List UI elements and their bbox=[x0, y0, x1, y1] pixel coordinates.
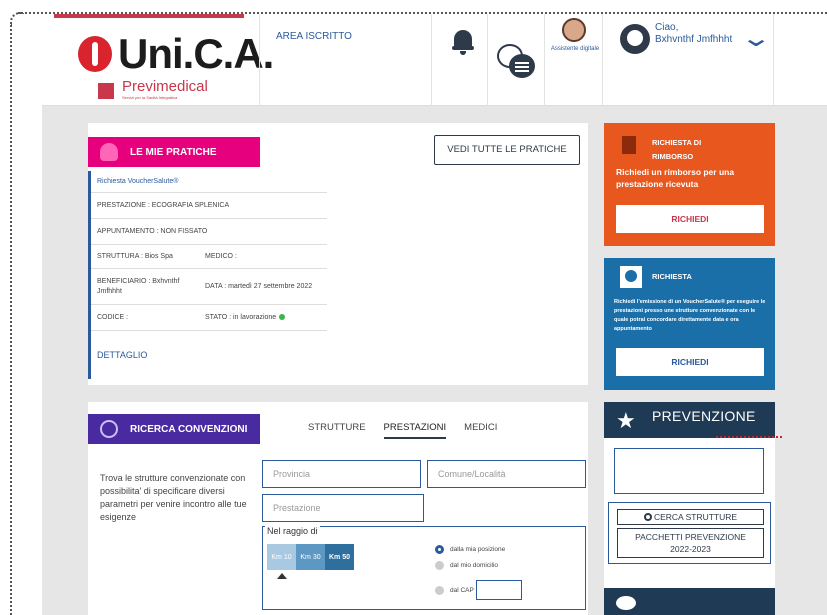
search-icon bbox=[100, 420, 118, 438]
pratiche-tag-label: LE MIE PRATICHE bbox=[130, 146, 217, 158]
pratica-beneficiario: BENEFICIARIO : Bxhvnthf Jmfhhht bbox=[97, 277, 180, 295]
rimborso-subtitle: Richiedi un rimborso per una prestazione… bbox=[616, 167, 735, 189]
header-divider bbox=[544, 14, 545, 106]
assistant-avatar bbox=[562, 18, 586, 42]
ricerca-tag-label: RICERCA CONVENZIONI bbox=[130, 423, 248, 435]
document-icon bbox=[622, 136, 636, 154]
pratica-medico: MEDICO : bbox=[205, 253, 237, 260]
previmedical-text: Previmedical bbox=[122, 78, 208, 95]
logo-text: Uni.C.A. bbox=[118, 30, 274, 77]
radio-selected-icon bbox=[435, 545, 444, 554]
prevenzione-card: ★ PREVENZIONE CERCA STRUTTURE PACCHETTI … bbox=[604, 402, 775, 596]
km-option-50[interactable]: Km 50 bbox=[325, 544, 354, 570]
previmedical-logo-icon bbox=[98, 83, 114, 99]
user-greeting[interactable]: Ciao, Bxhvnthf Jmfhhht bbox=[655, 22, 732, 46]
search-icon bbox=[643, 513, 652, 521]
previmedical-tagline: Servizi per la Sanità Integrativa bbox=[122, 95, 178, 100]
pratica-codice: CODICE : bbox=[97, 314, 129, 321]
dashboard-main: LE MIE PRATICHE VEDI TUTTE LE PRATICHE R… bbox=[42, 106, 827, 615]
digital-assistant-button[interactable]: Assistente digitale bbox=[546, 18, 600, 68]
dettaglio-link[interactable]: DETTAGLIO bbox=[91, 331, 327, 379]
pratica-stato: STATO : in lavorazione bbox=[205, 314, 286, 321]
annotation-dotted-line bbox=[10, 22, 12, 615]
pratica-beneficiario-data: BENEFICIARIO : Bxhvnthf Jmfhhht DATA : m… bbox=[91, 269, 327, 305]
raggio-fieldset: Nel raggio di Km 10 Km 30 Km 50 dalla mi… bbox=[262, 526, 586, 610]
greeting-line: Ciao, bbox=[655, 22, 679, 33]
km-option-30[interactable]: Km 30 bbox=[296, 544, 325, 570]
annotation-corner bbox=[10, 12, 24, 26]
annotation-pointer bbox=[716, 436, 782, 438]
user-doc-icon bbox=[100, 143, 118, 161]
header-divider bbox=[259, 14, 260, 106]
pratica-details: Richiesta VoucherSalute® PRESTAZIONE : E… bbox=[88, 171, 327, 379]
status-dot-icon bbox=[279, 314, 286, 321]
prevenzione-content-box bbox=[614, 448, 764, 494]
km-option-10[interactable]: Km 10 bbox=[267, 544, 296, 570]
logo-accent-bar bbox=[54, 14, 244, 18]
voucher-title: RICHIESTA bbox=[652, 272, 692, 281]
provincia-input[interactable]: Provincia bbox=[262, 460, 421, 488]
pratica-request-title[interactable]: Richiesta VoucherSalute® bbox=[91, 171, 327, 193]
tab-medici[interactable]: MEDICI bbox=[464, 422, 497, 439]
pratica-appuntamento: APPUNTAMENTO : NON FISSATO bbox=[91, 219, 327, 245]
ricerca-tabs: STRUTTURE PRESTAZIONI MEDICI bbox=[308, 422, 497, 439]
radio-mia-posizione[interactable]: dalla mia posizione bbox=[435, 545, 505, 554]
caduceus-icon bbox=[78, 36, 112, 72]
raggio-label: Nel raggio di bbox=[265, 526, 320, 536]
prevenzione-actions: CERCA STRUTTURE PACCHETTI PREVENZIONE 20… bbox=[608, 502, 771, 564]
prevenzione-title: PREVENZIONE bbox=[652, 408, 756, 424]
star-icon: ★ bbox=[616, 408, 636, 433]
le-mie-pratiche-card: LE MIE PRATICHE VEDI TUTTE LE PRATICHE R… bbox=[88, 123, 588, 385]
pratica-data: DATA : martedì 27 settembre 2022 bbox=[205, 282, 313, 290]
chat-card[interactable] bbox=[604, 588, 775, 615]
cerca-strutture-button[interactable]: CERCA STRUTTURE bbox=[617, 509, 764, 525]
header-divider bbox=[773, 14, 774, 106]
chat-help-icon[interactable] bbox=[497, 44, 537, 80]
ricerca-tag: RICERCA CONVENZIONI bbox=[88, 414, 260, 444]
site-header: Uni.C.A. Previmedical Servizi per la San… bbox=[42, 14, 827, 106]
ricerca-convenzioni-card: RICERCA CONVENZIONI STRUTTURE PRESTAZION… bbox=[88, 402, 588, 615]
richiedi-rimborso-button[interactable]: RICHIEDI bbox=[616, 205, 764, 233]
user-name: Bxhvnthf Jmfhhht bbox=[655, 34, 733, 45]
ricerca-description: Trova le strutture convenzionate con pos… bbox=[100, 473, 247, 522]
voucher-subtitle: Richiedi l'emissione di un VoucherSalute… bbox=[614, 299, 766, 332]
chevron-down-icon[interactable]: ⌄ bbox=[740, 24, 772, 53]
area-iscritto-link[interactable]: AREA ISCRITTO bbox=[276, 31, 352, 42]
richiesta-voucher-card: RICHIESTA Richiedi l'emissione di un Vou… bbox=[604, 258, 775, 390]
unica-logo[interactable]: Uni.C.A. Previmedical Servizi per la San… bbox=[78, 28, 274, 104]
radio-icon bbox=[435, 585, 444, 595]
pratica-codice-stato: CODICE : STATO : in lavorazione bbox=[91, 305, 327, 331]
cap-input[interactable] bbox=[475, 580, 522, 600]
bell-icon[interactable] bbox=[452, 28, 474, 56]
pratica-struttura-medico: STRUTTURA : Bios Spa MEDICO : bbox=[91, 245, 327, 269]
pacchetti-prevenzione-button[interactable]: PACCHETTI PREVENZIONE 2022-2023 bbox=[617, 528, 764, 558]
comune-input[interactable]: Comune/Località bbox=[427, 460, 586, 488]
prevenzione-header: ★ PREVENZIONE bbox=[604, 402, 775, 438]
vedi-tutte-pratiche-button[interactable]: VEDI TUTTE LE PRATICHE bbox=[434, 135, 580, 165]
header-divider bbox=[602, 14, 603, 106]
chat-bubble-icon bbox=[616, 596, 636, 610]
user-avatar-icon[interactable] bbox=[620, 24, 650, 54]
radio-domicilio[interactable]: dal mio domicilio bbox=[435, 561, 498, 570]
tab-prestazioni[interactable]: PRESTAZIONI bbox=[383, 422, 447, 439]
pratica-prestazione: PRESTAZIONE : ECOGRAFIA SPLENICA bbox=[91, 193, 327, 219]
prestazione-input[interactable]: Prestazione bbox=[262, 494, 424, 522]
assistant-label: Assistente digitale bbox=[550, 46, 600, 52]
radio-icon bbox=[435, 561, 444, 570]
km-slider[interactable]: Km 10 Km 30 Km 50 bbox=[267, 544, 354, 570]
richiesta-rimborso-card: RICHIESTA DI RIMBORSO Richiedi un rimbor… bbox=[604, 123, 775, 246]
pratiche-tag: LE MIE PRATICHE bbox=[88, 137, 260, 167]
header-divider bbox=[487, 14, 488, 106]
pratica-struttura: STRUTTURA : Bios Spa bbox=[97, 253, 173, 260]
voucher-salute-icon bbox=[620, 266, 642, 288]
radio-cap[interactable]: dal CAP bbox=[435, 580, 522, 600]
richiedi-voucher-button[interactable]: RICHIEDI bbox=[616, 348, 764, 376]
rimborso-title: RICHIESTA DI RIMBORSO bbox=[652, 138, 702, 161]
tab-strutture[interactable]: STRUTTURE bbox=[308, 422, 366, 439]
header-divider bbox=[431, 14, 432, 106]
slider-handle-icon[interactable] bbox=[277, 573, 287, 579]
